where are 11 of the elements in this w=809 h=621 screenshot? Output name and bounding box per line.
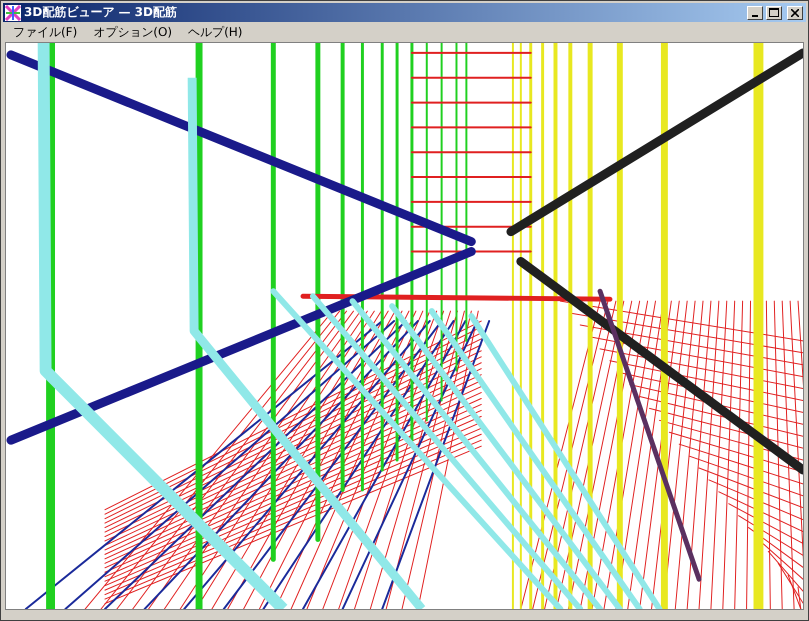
maximize-button[interactable] — [766, 6, 782, 20]
minimize-icon — [752, 14, 758, 16]
menu-item[interactable]: オプション(O) — [87, 22, 178, 42]
close-button[interactable] — [787, 6, 803, 20]
menu-item[interactable]: ファイル(F) — [7, 22, 84, 42]
menu-item[interactable]: ヘルプ(H) — [182, 22, 248, 42]
window-title: 3D配筋ビューア — 3D配筋 — [24, 4, 178, 21]
close-icon — [791, 8, 799, 16]
maximize-icon — [769, 8, 779, 17]
app-icon — [5, 4, 21, 20]
minimize-button[interactable] — [747, 6, 763, 20]
